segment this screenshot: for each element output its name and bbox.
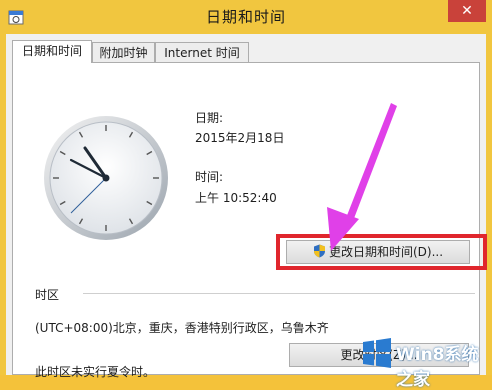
title-bar: 日期和时间 ✕	[0, 0, 492, 34]
time-value: 上午 10:52:40	[195, 191, 277, 205]
tab-date-time[interactable]: 日期和时间	[12, 40, 92, 63]
close-icon: ✕	[461, 3, 473, 19]
timezone-separator	[83, 293, 475, 294]
dst-note: 此时区未实行夏令时。	[35, 365, 156, 379]
analog-clock-icon	[44, 116, 168, 240]
tab-additional-clocks[interactable]: 附加时钟	[92, 42, 155, 62]
annotation-arrow	[327, 103, 397, 251]
dialog-client: 日期和时间 附加时钟 Internet 时间 日期: 2015年2月18日 时间…	[6, 34, 487, 379]
date-time-dialog: 日期和时间 ✕ 日期和时间 附加时钟 Internet 时间 日期: 2015年…	[0, 0, 492, 390]
close-button[interactable]: ✕	[448, 0, 486, 22]
date-value: 2015年2月18日	[195, 131, 285, 145]
tab-panel: 日期: 2015年2月18日 时间: 上午 10:52:40 更改日期和时间(D…	[12, 62, 487, 379]
timezone-heading: 时区	[35, 288, 60, 302]
date-label: 日期:	[195, 111, 224, 125]
tab-internet-time[interactable]: Internet 时间	[155, 42, 249, 62]
timezone-value: (UTC+08:00)北京，重庆，香港特别行政区，乌鲁木齐	[35, 321, 329, 335]
window-title: 日期和时间	[205, 8, 286, 26]
time-label: 时间:	[195, 170, 224, 184]
watermark-text: Win8系统之家	[396, 345, 479, 390]
watermark: Win8系统之家	[356, 330, 492, 390]
windows-logo-icon	[363, 338, 391, 368]
